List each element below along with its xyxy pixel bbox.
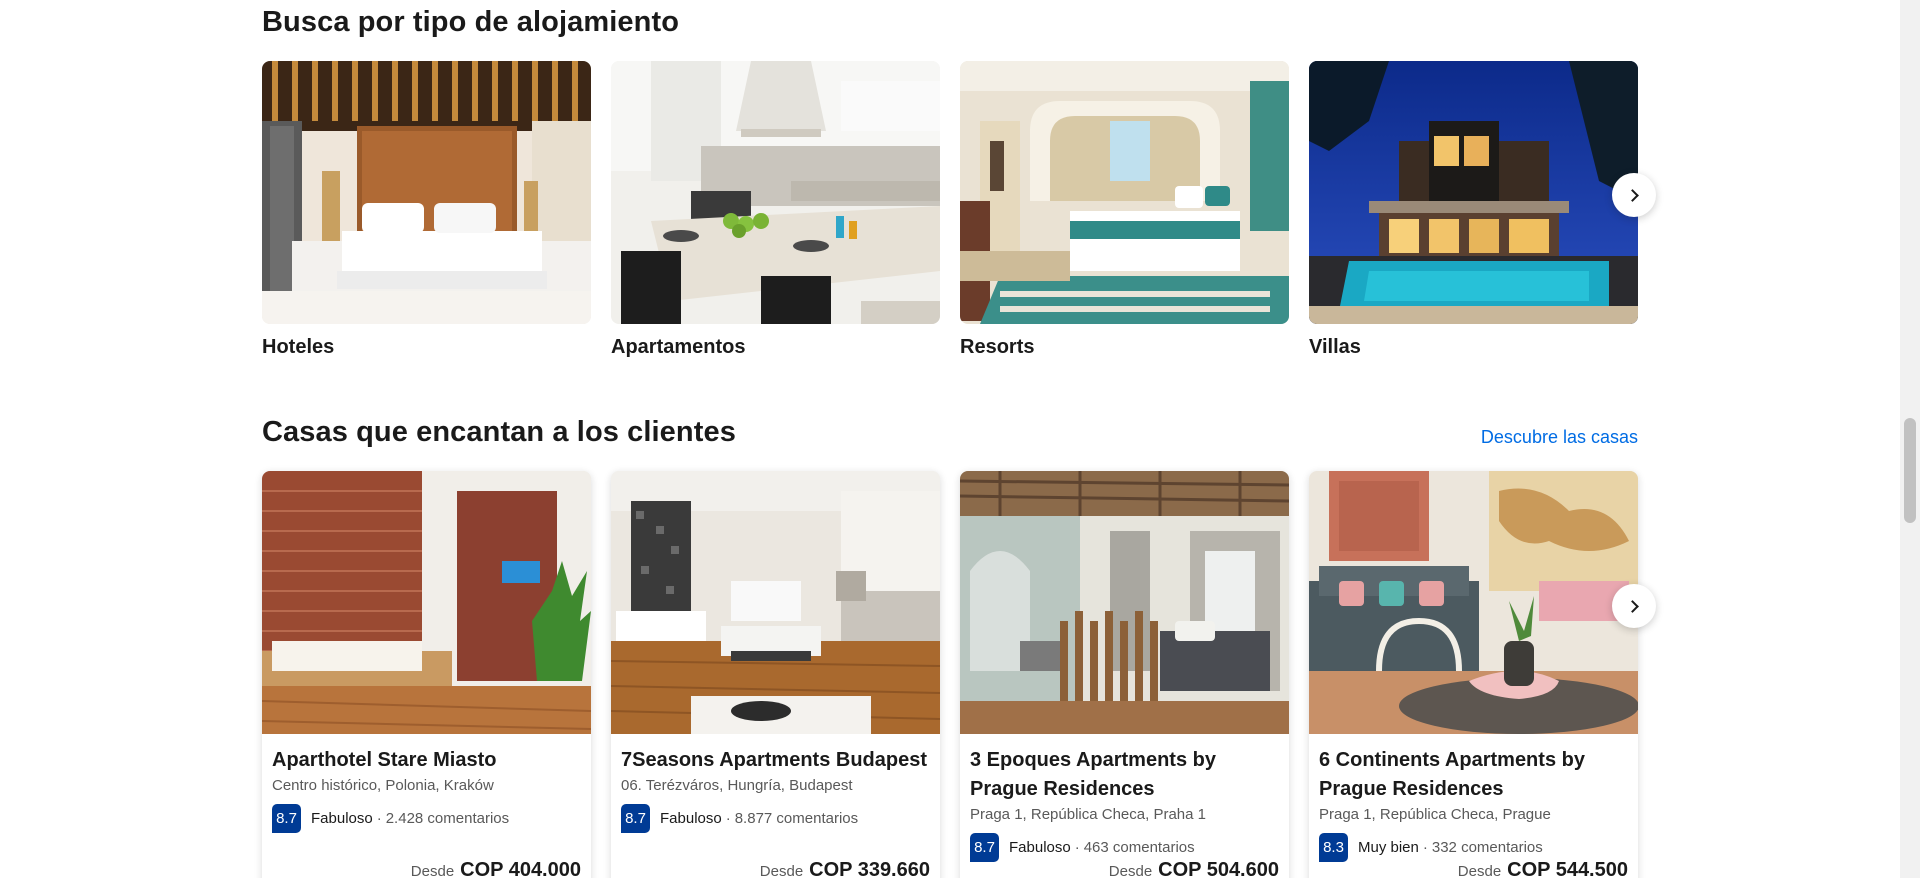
home-price: Desde COP 339.660	[760, 859, 930, 878]
section-title-loved-homes: Casas que encantan a los clientes	[262, 416, 736, 448]
rating-text: Muy bien · 332 comentarios	[1358, 839, 1543, 856]
price-value: COP 404.000	[460, 859, 581, 878]
home-rating: 8.7 Fabuloso · 463 comentarios	[970, 833, 1279, 862]
type-label-hotels: Hoteles	[262, 336, 335, 358]
scrollbar-thumb[interactable]	[1904, 418, 1916, 523]
home-body: 3 Epoques Apartments by Prague Residences…	[960, 734, 1289, 862]
rating-word: Fabuloso	[311, 810, 373, 827]
home-price: Desde COP 404.000	[411, 859, 581, 878]
home-image	[611, 471, 940, 734]
home-rating: 8.3 Muy bien · 332 comentarios	[1319, 833, 1628, 862]
rating-separator: ·	[1422, 839, 1428, 856]
type-label-villas: Villas	[1309, 336, 1361, 358]
rating-text: Fabuloso · 463 comentarios	[1009, 839, 1195, 856]
apartments-image	[611, 61, 940, 324]
home-rating: 8.7 Fabuloso · 2.428 comentarios	[272, 804, 581, 833]
home-name: 3 Epoques Apartments by Prague Residences	[970, 746, 1279, 804]
home-image	[262, 471, 591, 734]
section-title-accommodation-types: Busca por tipo de alojamiento	[262, 6, 680, 38]
page: Busca por tipo de alojamiento Hoteles Ap…	[0, 0, 1900, 878]
home-name-line-2: Prague Residences	[1319, 778, 1504, 800]
home-location: Centro histórico, Polonia, Kraków	[272, 777, 494, 794]
discover-homes-link[interactable]: Descubre las casas	[1481, 427, 1638, 448]
price-value: COP 339.660	[809, 859, 930, 878]
rating-separator: ·	[376, 810, 382, 827]
villas-image	[1309, 61, 1638, 324]
home-card[interactable]: 3 Epoques Apartments by Prague Residences…	[960, 471, 1289, 878]
rating-word: Fabuloso	[660, 810, 722, 827]
home-card[interactable]: Aparthotel Stare Miasto Centro histórico…	[262, 471, 591, 878]
rating-separator: ·	[725, 810, 731, 827]
home-price: Desde COP 544.500	[1458, 859, 1628, 878]
home-location: 06. Terézváros, Hungría, Budapest	[621, 777, 853, 794]
home-location: Praga 1, República Checa, Praha 1	[970, 806, 1206, 823]
home-name: 7Seasons Apartments Budapest	[621, 749, 928, 771]
hotels-image	[262, 61, 591, 324]
review-count: 332 comentarios	[1431, 839, 1543, 856]
chevron-right-icon	[1626, 599, 1639, 613]
type-label-apartments: Apartamentos	[611, 336, 746, 358]
home-name-line-1: 6 Continents Apartments by	[1319, 749, 1585, 771]
type-label-resorts: Resorts	[960, 336, 1035, 358]
type-card-hotels[interactable]: Hoteles	[262, 61, 591, 360]
score-badge: 8.7	[621, 804, 650, 833]
home-name: 6 Continents Apartments by Prague Residen…	[1319, 746, 1628, 804]
accommodation-types-next-button[interactable]	[1612, 173, 1656, 217]
type-card-villas[interactable]: Villas	[1309, 61, 1638, 360]
score-badge: 8.7	[970, 833, 999, 862]
review-count: 463 comentarios	[1083, 839, 1195, 856]
page-scrollbar[interactable]	[1900, 0, 1920, 878]
score-badge: 8.7	[272, 804, 301, 833]
home-price: Desde COP 504.600	[1109, 859, 1279, 878]
loved-homes-next-button[interactable]	[1612, 584, 1656, 628]
home-location: Praga 1, República Checa, Prague	[1319, 806, 1551, 823]
price-prefix: Desde	[410, 863, 455, 878]
home-name-line-2: Prague Residences	[970, 778, 1155, 800]
chevron-right-icon	[1626, 188, 1639, 202]
price-prefix: Desde	[759, 863, 804, 878]
price-value: COP 544.500	[1507, 859, 1628, 878]
rating-text: Fabuloso · 2.428 comentarios	[311, 810, 509, 827]
rating-word: Fabuloso	[1009, 839, 1071, 856]
price-prefix: Desde	[1108, 863, 1153, 878]
home-body: Aparthotel Stare Miasto Centro histórico…	[262, 734, 591, 833]
loved-homes-carousel: Aparthotel Stare Miasto Centro histórico…	[262, 471, 1638, 878]
type-card-apartments[interactable]: Apartamentos	[611, 61, 940, 360]
price-value: COP 504.600	[1158, 859, 1279, 878]
review-count: 2.428 comentarios	[385, 810, 510, 827]
home-name: Aparthotel Stare Miasto	[272, 749, 497, 771]
home-image	[1309, 471, 1638, 734]
rating-separator: ·	[1074, 839, 1080, 856]
type-card-resorts[interactable]: Resorts	[960, 61, 1289, 360]
home-name-line-1: 3 Epoques Apartments by	[970, 749, 1216, 771]
home-body: 6 Continents Apartments by Prague Residen…	[1309, 734, 1638, 862]
home-image	[960, 471, 1289, 734]
price-prefix: Desde	[1457, 863, 1502, 878]
rating-text: Fabuloso · 8.877 comentarios	[660, 810, 858, 827]
home-body: 7Seasons Apartments Budapest 06. Terézvá…	[611, 734, 940, 833]
home-card[interactable]: 7Seasons Apartments Budapest 06. Terézvá…	[611, 471, 940, 878]
accommodation-types-carousel: Hoteles Apartamentos Resorts Villas	[262, 61, 1638, 360]
score-badge: 8.3	[1319, 833, 1348, 862]
home-rating: 8.7 Fabuloso · 8.877 comentarios	[621, 804, 930, 833]
review-count: 8.877 comentarios	[734, 810, 859, 827]
resorts-image	[960, 61, 1289, 324]
rating-word: Muy bien	[1358, 839, 1419, 856]
home-card[interactable]: 6 Continents Apartments by Prague Residen…	[1309, 471, 1638, 878]
